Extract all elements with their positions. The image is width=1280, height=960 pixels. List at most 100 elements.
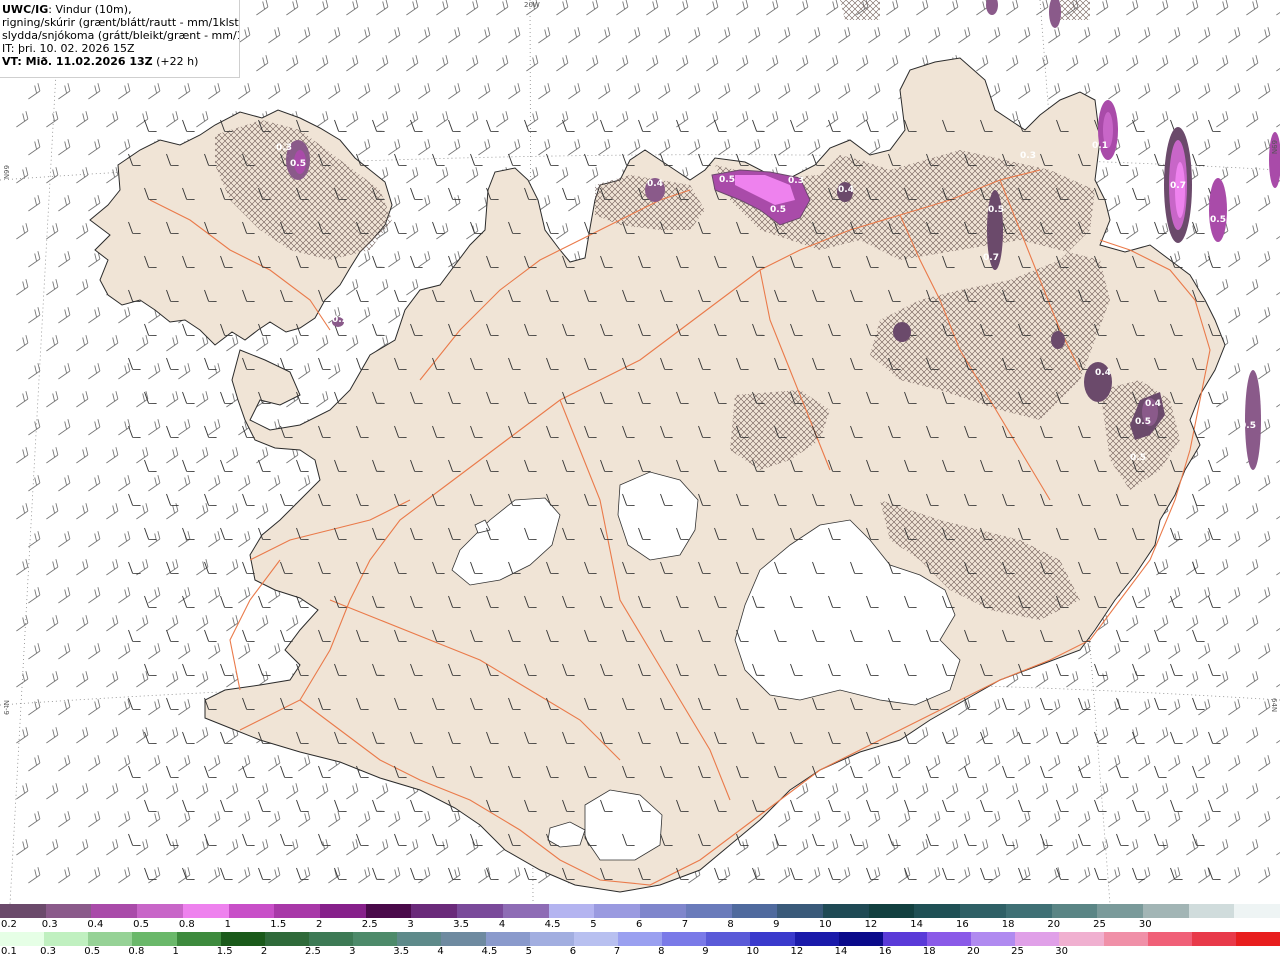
wind-barb xyxy=(766,55,779,72)
legend-label: 2 xyxy=(260,946,268,957)
wind-barb xyxy=(268,27,281,44)
legend-label: 9 xyxy=(773,919,780,930)
wind-barb xyxy=(204,425,217,438)
wind-barb xyxy=(242,833,255,846)
wind-barb xyxy=(646,55,659,72)
wind-barb xyxy=(316,335,329,352)
wind-barb xyxy=(1126,783,1139,800)
wind-barb xyxy=(208,531,221,548)
wind-barb xyxy=(1208,867,1221,880)
wind-barb xyxy=(1138,139,1151,156)
wind-barb xyxy=(1276,67,1280,72)
wind-barb xyxy=(196,839,209,856)
wind-barb xyxy=(220,663,233,676)
wind-barb xyxy=(942,799,955,812)
wind-barb xyxy=(904,799,917,812)
wind-barb xyxy=(16,279,29,296)
wind-barb xyxy=(1186,615,1199,632)
wind-barb xyxy=(736,839,749,856)
legend-swatch xyxy=(662,932,707,946)
wind-barb xyxy=(1116,833,1129,846)
wind-barb xyxy=(358,251,371,268)
wind-barb xyxy=(88,811,101,828)
wind-barb xyxy=(1228,419,1241,436)
wind-barb xyxy=(778,27,791,44)
wind-barb xyxy=(118,139,131,156)
wind-barb xyxy=(208,475,221,492)
wind-barb xyxy=(286,839,299,856)
legend-label: 8 xyxy=(727,919,734,930)
wind-barb xyxy=(1192,697,1205,710)
wind-barb xyxy=(280,833,293,846)
wind-barb xyxy=(1048,811,1061,828)
wind-barb xyxy=(328,363,341,380)
wind-barb xyxy=(238,755,251,772)
wind-barb xyxy=(1276,795,1280,800)
wind-barb xyxy=(866,799,879,812)
wind-barb xyxy=(208,363,221,380)
wind-barb xyxy=(220,867,233,880)
wind-barb xyxy=(1108,867,1121,884)
wind-barb xyxy=(394,221,407,234)
precip-value-label: 0.5 xyxy=(770,205,786,215)
wind-barb xyxy=(16,335,29,352)
wind-barb xyxy=(1168,27,1181,44)
wind-barb xyxy=(1006,783,1019,800)
wind-barb xyxy=(1116,765,1129,778)
wind-barb xyxy=(220,527,233,540)
wind-barb xyxy=(976,783,989,800)
wind-barb xyxy=(1096,727,1109,744)
wind-barb xyxy=(868,83,881,100)
wind-barb xyxy=(538,27,551,44)
legend-label: 16 xyxy=(956,919,969,930)
wind-barb xyxy=(296,459,309,472)
wind-barb xyxy=(1096,0,1109,16)
wind-barb xyxy=(46,615,59,632)
rain-legend-labels: 0.1 0.3 0.5 0.8 1 1.5 2 2.5 3 3.5 4 4.5 5 6 7 8 9 10 12 14 1… xyxy=(0,946,1280,959)
wind-barb xyxy=(1258,83,1271,100)
wind-barb xyxy=(196,671,209,688)
wind-barb xyxy=(856,55,869,72)
wind-barb xyxy=(448,867,461,884)
wind-barb xyxy=(1048,867,1061,884)
wind-barb xyxy=(346,55,359,72)
wind-barb xyxy=(220,731,233,744)
wind-barb xyxy=(946,0,959,16)
wind-barb xyxy=(28,867,41,884)
wind-barb xyxy=(1156,783,1169,800)
wind-barb xyxy=(178,363,191,380)
wind-barb xyxy=(1168,587,1181,604)
legend-label: 4.5 xyxy=(481,946,498,957)
wind-barb xyxy=(208,811,221,828)
wind-barb xyxy=(1048,699,1061,716)
wind-barb xyxy=(118,475,131,492)
wind-barb xyxy=(318,357,331,370)
wind-barb xyxy=(436,223,449,240)
wind-barb xyxy=(736,55,749,72)
wind-barb xyxy=(616,0,629,16)
wind-barb xyxy=(524,867,537,880)
precip-value-label: 0.5 xyxy=(290,159,306,169)
wind-barb xyxy=(46,503,59,520)
wind-barb xyxy=(628,83,641,100)
legend-label: 14 xyxy=(834,946,848,957)
wind-barb xyxy=(76,671,89,688)
wind-barb xyxy=(866,119,879,132)
wind-barb xyxy=(898,867,911,884)
wind-barb xyxy=(58,251,71,268)
wind-barb xyxy=(1126,839,1139,856)
wind-barb xyxy=(106,111,119,128)
wind-barb xyxy=(988,811,1001,828)
legend-label: 14 xyxy=(910,919,924,930)
wind-barb xyxy=(508,27,521,44)
wind-barb xyxy=(286,335,299,352)
wind-barb xyxy=(178,755,191,772)
wind-barb xyxy=(976,55,989,72)
wind-barb xyxy=(1036,0,1049,16)
wind-barb xyxy=(1132,799,1145,812)
wind-barb xyxy=(1192,561,1205,574)
wind-barb xyxy=(182,391,195,404)
wind-barb xyxy=(178,811,191,828)
wind-barb xyxy=(466,839,479,856)
wind-barb xyxy=(1096,167,1109,184)
